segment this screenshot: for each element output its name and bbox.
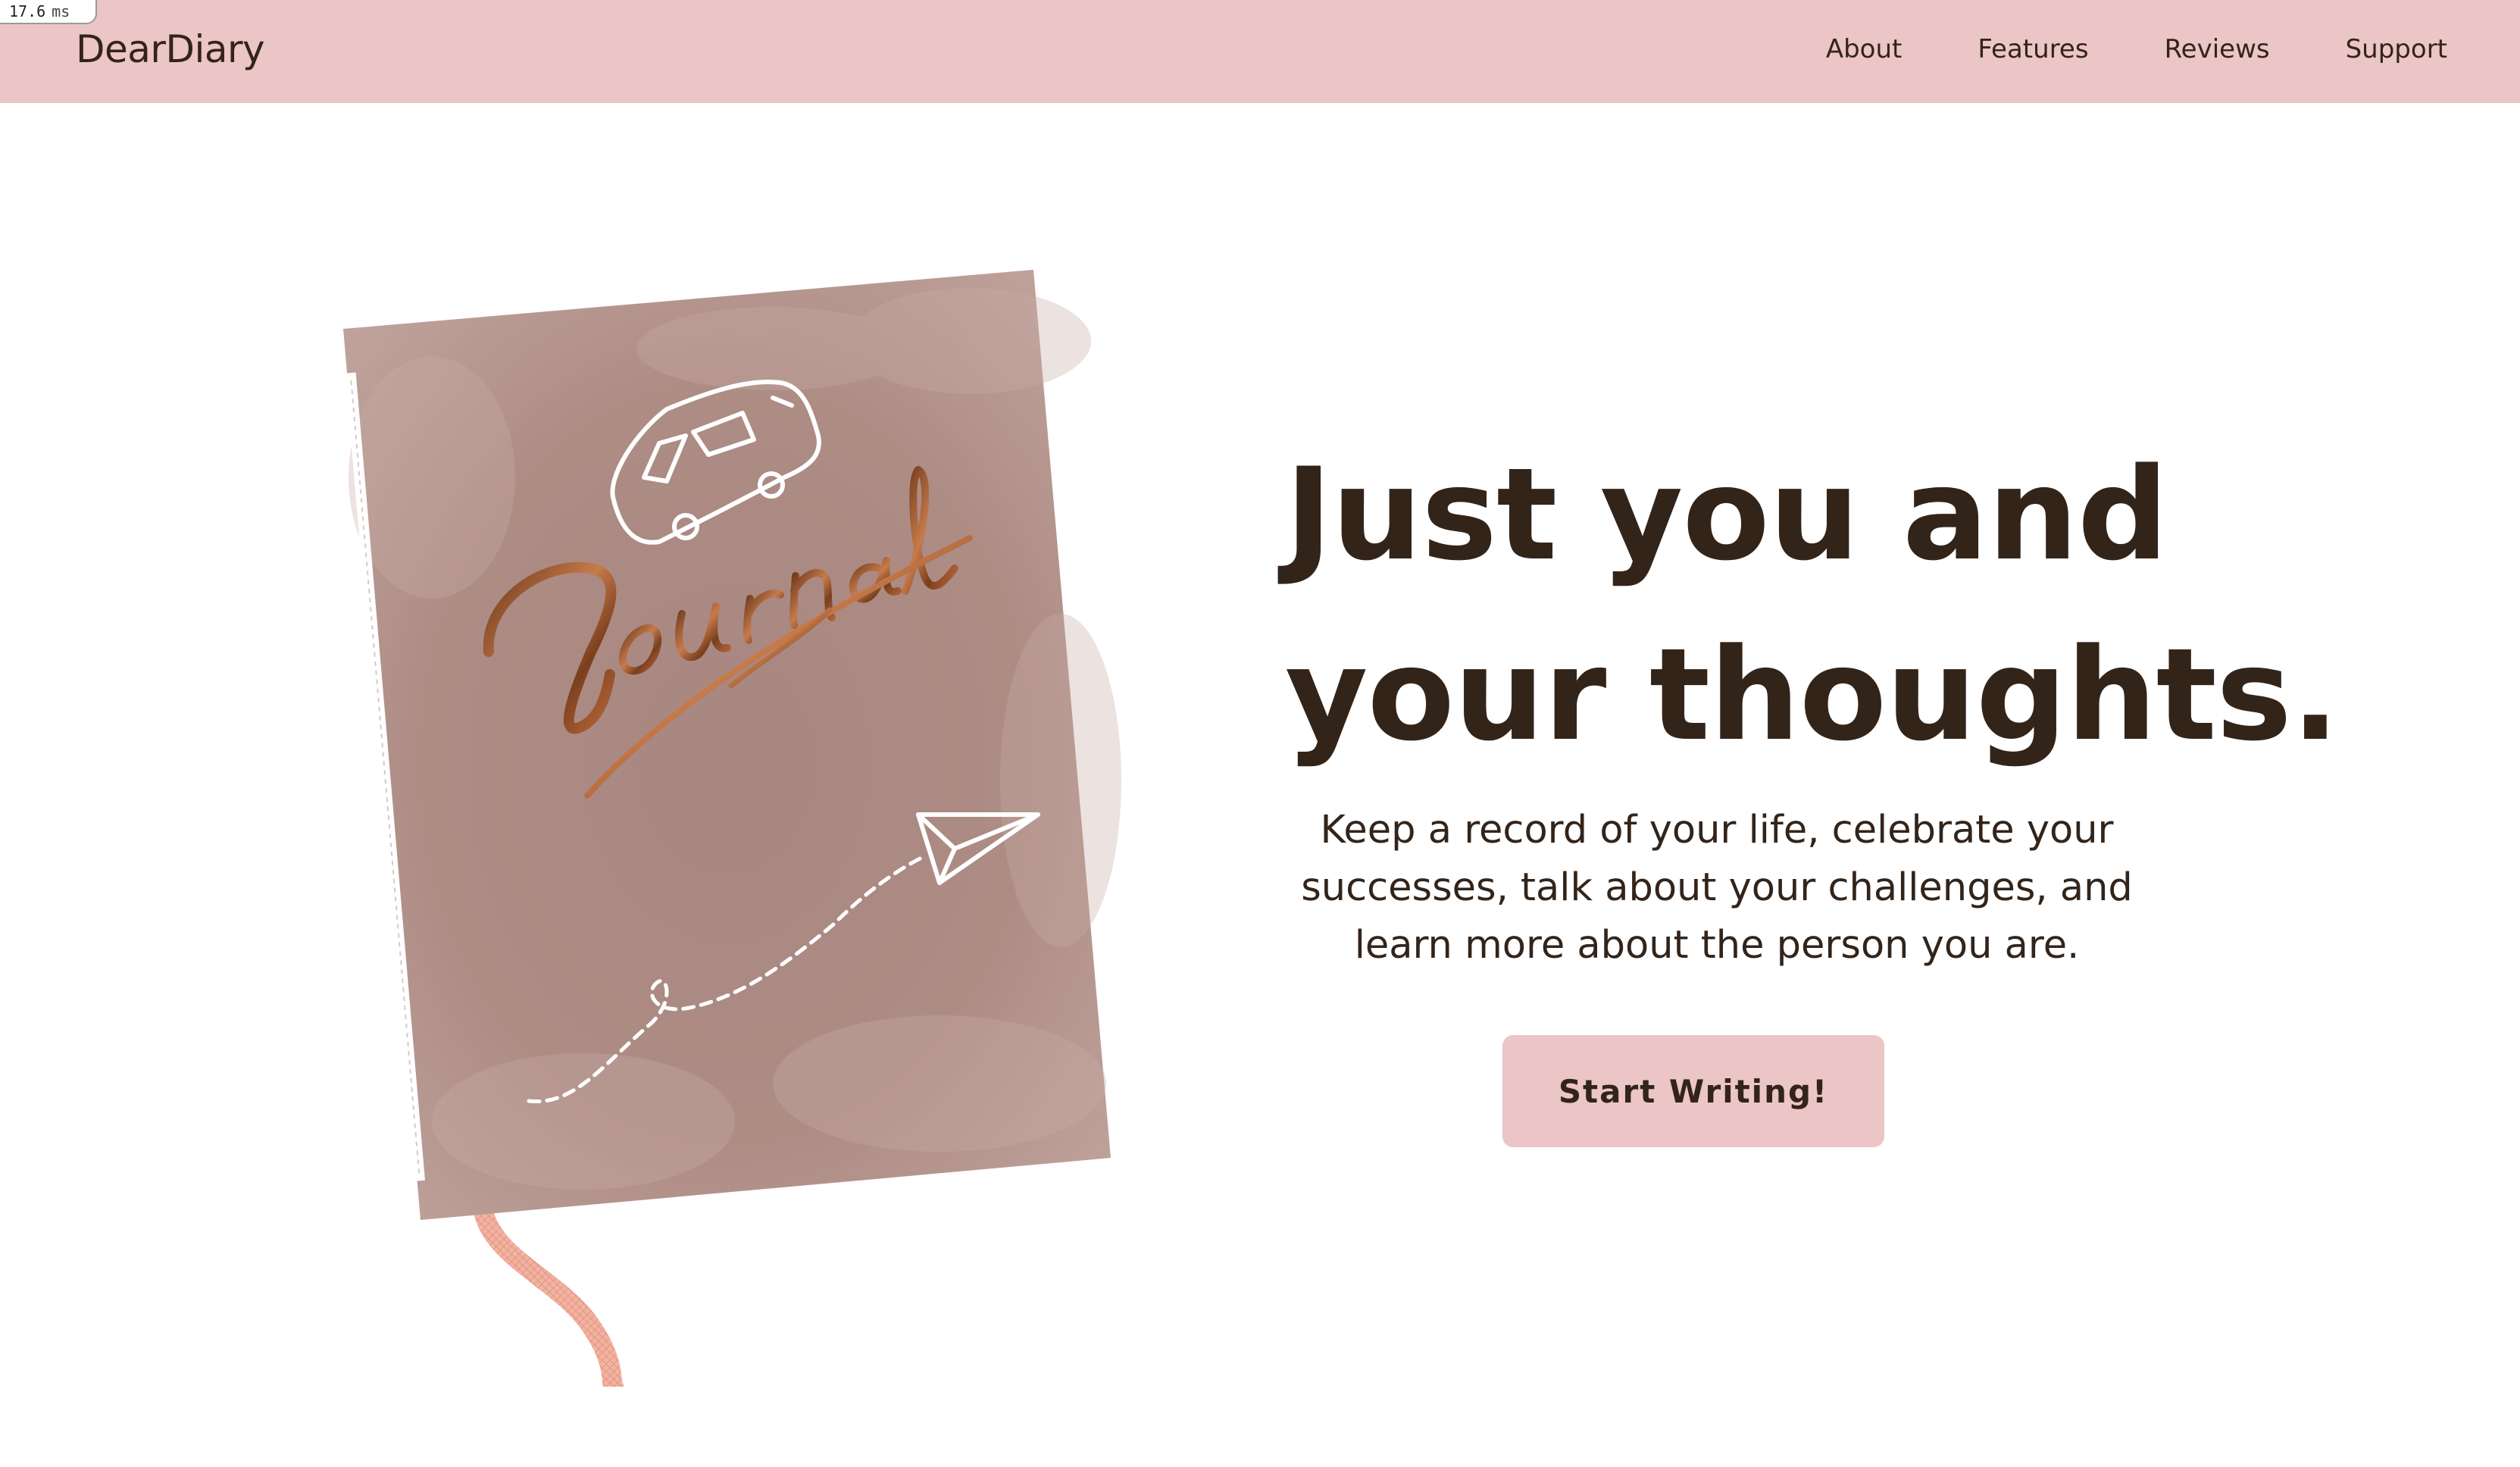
hero-title: Just you and your thoughts. bbox=[1285, 424, 2346, 785]
nav-reviews-link[interactable]: Reviews bbox=[2165, 30, 2270, 68]
journal-illustration bbox=[318, 250, 1152, 1397]
nav-features-link[interactable]: Features bbox=[1978, 30, 2088, 68]
hero-title-line-2: your thoughts. bbox=[1285, 621, 2340, 769]
main-nav: About Features Reviews Support bbox=[1750, 30, 2447, 68]
site-header: DearDiary About Features Reviews Support bbox=[0, 0, 2520, 103]
nav-about-link[interactable]: About bbox=[1826, 30, 1903, 68]
perf-badge: 17.6 ms bbox=[0, 0, 97, 24]
hero-title-line-1: Just you and bbox=[1285, 440, 2168, 589]
hero-subtitle: Keep a record of your life, celebrate yo… bbox=[1301, 808, 2133, 968]
nav-support-link[interactable]: Support bbox=[2346, 30, 2447, 68]
perf-value: 17.6 bbox=[9, 2, 46, 20]
start-writing-button[interactable]: Start Writing! bbox=[1502, 1035, 1884, 1147]
bookmark-ribbon bbox=[474, 1201, 624, 1397]
brand-logo[interactable]: DearDiary bbox=[76, 23, 265, 76]
perf-unit: ms bbox=[52, 2, 70, 20]
journal-svg bbox=[343, 270, 1121, 1397]
